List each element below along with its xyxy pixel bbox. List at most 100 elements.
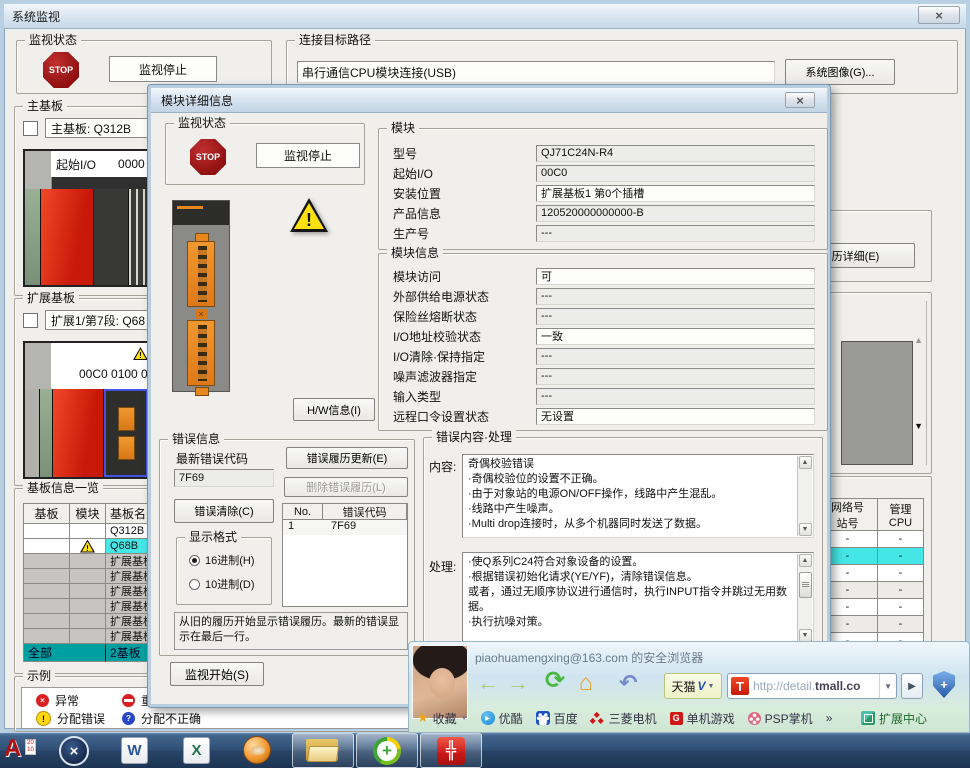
field-label: 型号 xyxy=(393,145,536,162)
cad-viewer-taskbar-icon[interactable] xyxy=(59,736,89,766)
360-safety-taskbar-button[interactable] xyxy=(356,733,418,768)
hw-info-button[interactable]: H/W信息(I) xyxy=(293,398,375,421)
dialog-monitor-stop-button[interactable]: 监视停止 xyxy=(256,143,360,168)
delete-error-history-button[interactable]: 删除错误履历(L) xyxy=(284,477,408,497)
folder-icon xyxy=(306,739,340,763)
360-safety-icon xyxy=(373,737,401,765)
gx-works-taskbar-button[interactable]: ╬ xyxy=(420,733,482,768)
extension-center[interactable]: 扩展中心 xyxy=(861,710,927,727)
scrollbar-track[interactable] xyxy=(926,301,929,465)
latest-error-code-field: 7F69 xyxy=(174,469,274,487)
bookmark-youku[interactable]: 优酷 xyxy=(481,710,523,727)
warning-icon: ! xyxy=(290,198,328,232)
io-clear-field: --- xyxy=(536,348,815,365)
tmall-search-chip[interactable]: 天猫 V ▼ xyxy=(664,673,722,699)
system-image-button[interactable]: 系统图像(G)... xyxy=(785,59,895,85)
window-close-button[interactable] xyxy=(918,6,960,24)
bookmark-psp[interactable]: PSP掌机 xyxy=(748,710,813,727)
refresh-icon[interactable]: ⟳ xyxy=(545,669,565,693)
field-label: 起始I/O xyxy=(393,165,536,182)
cube-icon xyxy=(861,711,875,725)
col-error-code: 错误代码 xyxy=(323,504,407,520)
url-dropdown-icon[interactable]: ▼ xyxy=(879,674,896,698)
main-base-checkbox[interactable] xyxy=(23,121,38,136)
monitor-start-button[interactable]: 监视开始(S) xyxy=(170,662,264,686)
table-row[interactable]: - - xyxy=(818,531,924,548)
handle-textarea[interactable]: ·使Q系列C24符合对象设备的设置。 ·根据错误初始化请求(YE/YF)，清除错… xyxy=(462,552,814,644)
fuse-field: --- xyxy=(536,308,815,325)
table-row[interactable]: - - xyxy=(818,599,924,616)
table-header-row: No. 错误代码 xyxy=(283,504,407,520)
error-code-table[interactable]: No. 错误代码 1 7F69 xyxy=(282,503,408,607)
cpu-module-icon xyxy=(25,189,41,285)
content-textarea[interactable]: 奇偶校验错误 ·奇偶校验位的设置不正确。 ·由于对象站的电源ON/OFF操作，线… xyxy=(462,454,814,538)
shield-icon[interactable]: + xyxy=(933,671,955,698)
error-icon xyxy=(36,694,49,707)
window-titlebar[interactable]: 系统监视 xyxy=(4,4,966,29)
dialog-monitor-label: 监视状态 xyxy=(174,116,230,130)
excel-taskbar-icon[interactable]: X xyxy=(183,737,210,764)
table-row[interactable]: 1 7F69 xyxy=(283,520,407,535)
bookmark-baidu[interactable]: 百度 xyxy=(536,710,578,727)
dialog-title: 模块详细信息 xyxy=(161,92,233,109)
scroll-up-icon[interactable] xyxy=(799,554,812,567)
field-label: 外部供给电源状态 xyxy=(393,288,536,305)
go-button[interactable]: ▶ xyxy=(901,673,923,699)
col-base: 基板 xyxy=(24,504,70,524)
table-row[interactable]: - - xyxy=(818,616,924,633)
product-info-field: 120520000000000-B xyxy=(536,205,815,222)
explorer-taskbar-button[interactable] xyxy=(292,733,354,768)
error-info-label: 错误信息 xyxy=(168,432,224,446)
scroll-down-icon[interactable]: ▼ xyxy=(914,421,923,431)
error-history-update-button[interactable]: 错误履历更新(E) xyxy=(286,447,408,469)
mitsubishi-icon xyxy=(591,712,605,725)
table-row[interactable]: - - xyxy=(818,565,924,582)
undo-icon[interactable]: ↶ xyxy=(619,672,637,694)
word-taskbar-icon[interactable]: W xyxy=(121,737,148,764)
back-icon[interactable]: ← xyxy=(477,672,499,694)
browser-title: piaohuamengxing@163.com 的安全浏览器 xyxy=(475,649,703,666)
module-group: 模块 型号QJ71C24N-R4 起始I/O00C0 安装位置扩展基板1 第0个… xyxy=(378,128,828,250)
connection-path-field[interactable]: 串行通信CPU模块连接(USB) xyxy=(297,61,775,83)
network-table[interactable]: 网络号 站号 管理 CPU - - - - - - - - - - xyxy=(817,498,924,650)
ext-base-label: 扩展基板 xyxy=(23,291,79,305)
dialog-close-button[interactable] xyxy=(785,92,815,108)
legend-text: 异常 xyxy=(55,692,79,709)
autocad-taskbar-icon[interactable]: A 2010 xyxy=(4,736,36,764)
handle-scrollbar[interactable] xyxy=(797,554,812,642)
input-type-field: --- xyxy=(536,388,815,405)
content-scrollbar[interactable] xyxy=(797,456,812,536)
dec-radio[interactable]: 10进制(D) xyxy=(189,576,255,592)
io-verify-field: 一致 xyxy=(536,328,815,345)
bookmark-favorites[interactable]: ★收藏▼ xyxy=(417,710,468,727)
layout-image xyxy=(841,341,913,465)
latest-error-label: 最新错误代码 xyxy=(176,450,248,467)
col-module: 模块 xyxy=(70,504,106,524)
comm-module-selected-icon[interactable] xyxy=(104,389,148,477)
history-note: 从旧的履历开始显示错误履历。最新的错误显示在最后一行。 xyxy=(174,612,408,650)
dialog-titlebar[interactable]: 模块详细信息 xyxy=(151,88,827,113)
chevron-down-icon: ▼ xyxy=(708,683,715,690)
media-player-taskbar-icon[interactable] xyxy=(243,736,271,764)
field-label: 输入类型 xyxy=(393,388,536,405)
psp-icon xyxy=(748,712,761,725)
ext-base-checkbox[interactable] xyxy=(23,313,38,328)
assign-incorrect-icon xyxy=(122,712,135,725)
scroll-down-icon[interactable] xyxy=(799,523,812,536)
home-icon[interactable]: ⌂ xyxy=(579,671,593,694)
game-icon: G xyxy=(670,712,683,725)
scroll-thumb[interactable] xyxy=(799,572,812,598)
bookmark-mitsubishi[interactable]: 三菱电机 xyxy=(591,710,657,727)
table-row-selected[interactable]: - - xyxy=(818,548,924,565)
scroll-up-icon[interactable]: ▲ xyxy=(914,335,923,345)
bookmarks-more[interactable]: » xyxy=(826,711,833,725)
forward-icon[interactable]: → xyxy=(507,672,529,694)
scroll-up-icon[interactable] xyxy=(799,456,812,469)
error-clear-button[interactable]: 错误清除(C) xyxy=(174,499,274,523)
bookmark-game[interactable]: G单机游戏 xyxy=(670,710,735,727)
table-row[interactable]: - - xyxy=(818,582,924,599)
warning-icon: ! xyxy=(80,540,95,553)
address-bar[interactable]: T http://detail.tmall.co ▼ xyxy=(727,673,897,699)
hex-radio[interactable]: 16进制(H) xyxy=(189,552,255,568)
monitor-stop-button[interactable]: 监视停止 xyxy=(109,56,217,82)
